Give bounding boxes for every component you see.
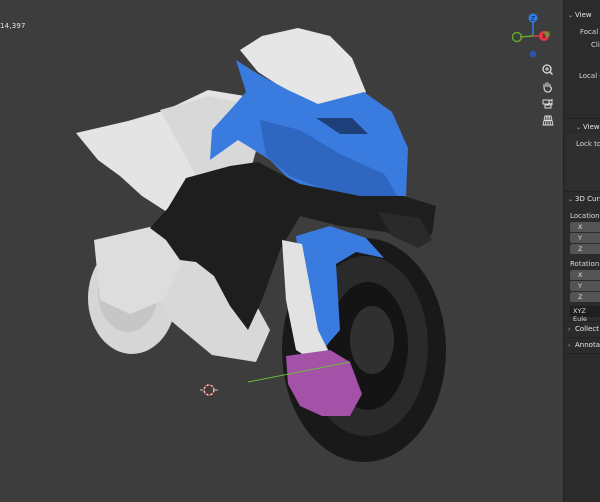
axis-z-label: Z bbox=[578, 245, 583, 253]
gizmo-neg-z-axis bbox=[529, 50, 537, 58]
perspective-grid-icon[interactable] bbox=[539, 113, 556, 128]
location-label: Location: bbox=[570, 212, 600, 220]
chevron-right-icon: › bbox=[568, 326, 571, 333]
view-panel-header[interactable]: ⌄ View bbox=[568, 11, 592, 19]
zoom-icon[interactable] bbox=[539, 62, 556, 77]
collections-panel-header[interactable]: › Collect bbox=[568, 325, 599, 333]
axis-y-label: Y bbox=[578, 282, 582, 290]
location-y-field[interactable]: Y bbox=[570, 233, 600, 243]
chevron-down-icon: ⌄ bbox=[568, 12, 574, 19]
rotation-z-field[interactable]: Z bbox=[570, 292, 600, 302]
view-header-label: View bbox=[575, 11, 592, 19]
annotations-panel-header[interactable]: › Annota bbox=[568, 341, 600, 349]
location-x-field[interactable]: X bbox=[570, 222, 600, 232]
hand-pan-icon[interactable] bbox=[539, 79, 556, 94]
chevron-right-icon: › bbox=[568, 342, 571, 349]
rotation-y-field[interactable]: Y bbox=[570, 281, 600, 291]
axis-x-label: X bbox=[578, 223, 583, 231]
rotation-label: Rotation: bbox=[570, 260, 600, 268]
3d-cursor-panel-header[interactable]: ⌄3D Curs bbox=[568, 195, 600, 203]
collections-header-label: Collect bbox=[575, 325, 599, 333]
focal-length-label: Focal L bbox=[580, 28, 600, 36]
rotation-mode-dropdown[interactable]: XYZ Eule bbox=[570, 306, 600, 323]
location-z-field[interactable]: Z bbox=[570, 244, 600, 254]
view-lock-header-label: View bbox=[583, 123, 600, 131]
chevron-down-icon: ⌄ bbox=[576, 124, 582, 131]
navigation-gizmo[interactable]: Z X bbox=[0, 0, 563, 80]
chevron-down-icon: ⌄ bbox=[568, 196, 574, 203]
rotation-x-field[interactable]: X bbox=[570, 270, 600, 280]
lock-to-label: Lock to bbox=[576, 140, 600, 148]
gizmo-x-label: X bbox=[542, 34, 546, 41]
3d-viewport[interactable]: 14,397 Z X bbox=[0, 0, 563, 502]
gizmo-z-label: Z bbox=[531, 16, 535, 23]
cursor-header-label: 3D Curs bbox=[575, 195, 600, 203]
view-lock-panel-header[interactable]: ⌄ View bbox=[576, 123, 600, 131]
axis-z-label: Z bbox=[578, 293, 583, 301]
properties-sidebar[interactable]: ⌄View Focal L Clip Local C ⌄View Lock to… bbox=[563, 0, 600, 502]
axis-x-label: X bbox=[578, 271, 583, 279]
axis-y-label: Y bbox=[578, 234, 582, 242]
annotations-header-label: Annota bbox=[575, 341, 600, 349]
clip-start-label: Clip bbox=[591, 41, 600, 49]
local-camera-label: Local C bbox=[579, 72, 600, 80]
3d-cursor bbox=[200, 384, 218, 396]
camera-icon[interactable] bbox=[539, 96, 556, 111]
